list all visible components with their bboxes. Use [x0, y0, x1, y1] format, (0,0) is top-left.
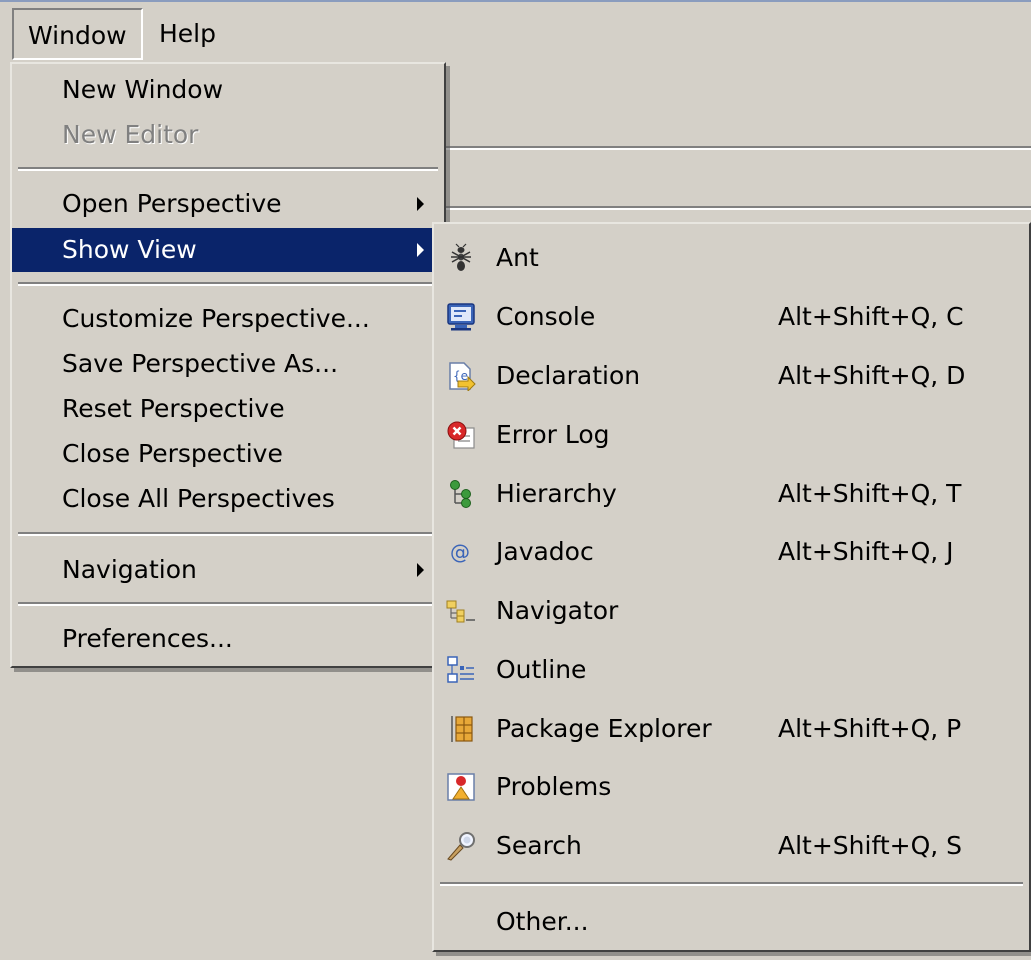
submenu-arrow-icon — [417, 563, 424, 577]
view-item-search[interactable]: Search Alt+Shift+Q, S — [434, 824, 1029, 868]
submenu-arrow-icon — [417, 197, 424, 211]
javadoc-icon: @ — [446, 537, 476, 567]
menu-item-label: Close Perspective — [62, 439, 283, 468]
view-item-label: Package Explorer — [496, 714, 712, 743]
view-item-label: Problems — [496, 772, 612, 801]
view-item-declaration[interactable]: {e Declaration Alt+Shift+Q, D — [434, 354, 1029, 398]
window-frame-edge — [0, 0, 1031, 8]
menu-item-label: Open Perspective — [62, 189, 282, 218]
menu-item-show-view[interactable]: Show View — [12, 228, 444, 272]
outline-icon — [446, 655, 476, 685]
menu-item-label: Customize Perspective... — [62, 304, 370, 333]
menu-item-customize-perspective[interactable]: Customize Perspective... — [12, 297, 444, 341]
view-item-package-explorer[interactable]: Package Explorer Alt+Shift+Q, P — [434, 707, 1029, 751]
view-item-label: Navigator — [496, 596, 619, 625]
show-view-submenu: Ant Console Alt+Shift+Q, C {e Declaratio… — [432, 222, 1031, 952]
view-item-problems[interactable]: Problems — [434, 765, 1029, 809]
view-item-label: Error Log — [496, 420, 610, 449]
menu-item-label: Close All Perspectives — [62, 484, 335, 513]
problems-icon — [446, 772, 476, 802]
view-item-label: Declaration — [496, 361, 641, 390]
menu-separator — [18, 282, 438, 286]
view-item-outline[interactable]: Outline — [434, 648, 1029, 692]
menu-item-close-all-perspectives[interactable]: Close All Perspectives — [12, 477, 444, 521]
menu-item-new-editor: New Editor — [12, 113, 444, 157]
menu-help[interactable]: Help — [145, 8, 230, 60]
shortcut-label: Alt+Shift+Q, D — [778, 361, 966, 390]
menu-item-close-perspective[interactable]: Close Perspective — [12, 432, 444, 476]
view-item-hierarchy[interactable]: Hierarchy Alt+Shift+Q, T — [434, 472, 1029, 516]
menu-item-reset-perspective[interactable]: Reset Perspective — [12, 387, 444, 431]
shortcut-label: Alt+Shift+Q, J — [778, 537, 954, 566]
menu-item-navigation[interactable]: Navigation — [12, 548, 444, 592]
toolbar-divider — [440, 206, 1031, 210]
menu-separator — [18, 532, 438, 536]
hierarchy-icon — [446, 479, 476, 509]
shortcut-label: Alt+Shift+Q, S — [778, 831, 963, 860]
shortcut-label: Alt+Shift+Q, C — [778, 302, 964, 331]
view-item-label: Other... — [496, 907, 589, 936]
menu-separator — [18, 167, 438, 171]
menu-item-label: New Editor — [62, 120, 199, 149]
menu-item-new-window[interactable]: New Window — [12, 68, 444, 112]
menu-item-preferences[interactable]: Preferences... — [12, 617, 444, 661]
menu-window[interactable]: Window — [12, 8, 143, 60]
submenu-arrow-icon — [417, 243, 424, 257]
ant-icon — [446, 243, 476, 273]
view-item-navigator[interactable]: Navigator — [434, 589, 1029, 633]
menu-separator — [18, 602, 438, 606]
view-item-javadoc[interactable]: @ Javadoc Alt+Shift+Q, J — [434, 530, 1029, 574]
view-item-label: Ant — [496, 243, 539, 272]
window-menu-dropdown: New Window New Editor Open Perspective S… — [10, 62, 446, 668]
menu-bar: Window Help — [0, 8, 1031, 64]
menu-item-label: Save Perspective As... — [62, 349, 339, 378]
menu-item-label: Preferences... — [62, 624, 233, 653]
menu-item-label: New Window — [62, 75, 224, 104]
menu-separator — [440, 882, 1023, 886]
view-item-console[interactable]: Console Alt+Shift+Q, C — [434, 295, 1029, 339]
view-item-ant[interactable]: Ant — [434, 236, 1029, 280]
search-icon — [446, 831, 476, 861]
view-item-label: Outline — [496, 655, 587, 684]
view-item-label: Console — [496, 302, 596, 331]
console-icon — [446, 302, 476, 332]
view-item-label: Hierarchy — [496, 479, 617, 508]
navigator-icon — [446, 596, 476, 626]
view-item-error-log[interactable]: Error Log — [434, 413, 1029, 457]
menu-item-open-perspective[interactable]: Open Perspective — [12, 182, 444, 226]
toolbar-divider — [440, 146, 1031, 150]
view-item-label: Javadoc — [496, 537, 594, 566]
error-log-icon — [446, 420, 476, 450]
declaration-icon: {e — [446, 361, 476, 393]
menu-item-label: Navigation — [62, 555, 197, 584]
menu-item-label: Reset Perspective — [62, 394, 285, 423]
menu-item-save-perspective-as[interactable]: Save Perspective As... — [12, 342, 444, 386]
svg-text:@: @ — [450, 540, 470, 564]
shortcut-label: Alt+Shift+Q, P — [778, 714, 962, 743]
view-item-label: Search — [496, 831, 582, 860]
package-explorer-icon — [446, 714, 476, 744]
shortcut-label: Alt+Shift+Q, T — [778, 479, 962, 508]
menu-item-label: Show View — [62, 235, 197, 264]
view-item-other[interactable]: Other... — [434, 900, 1029, 944]
